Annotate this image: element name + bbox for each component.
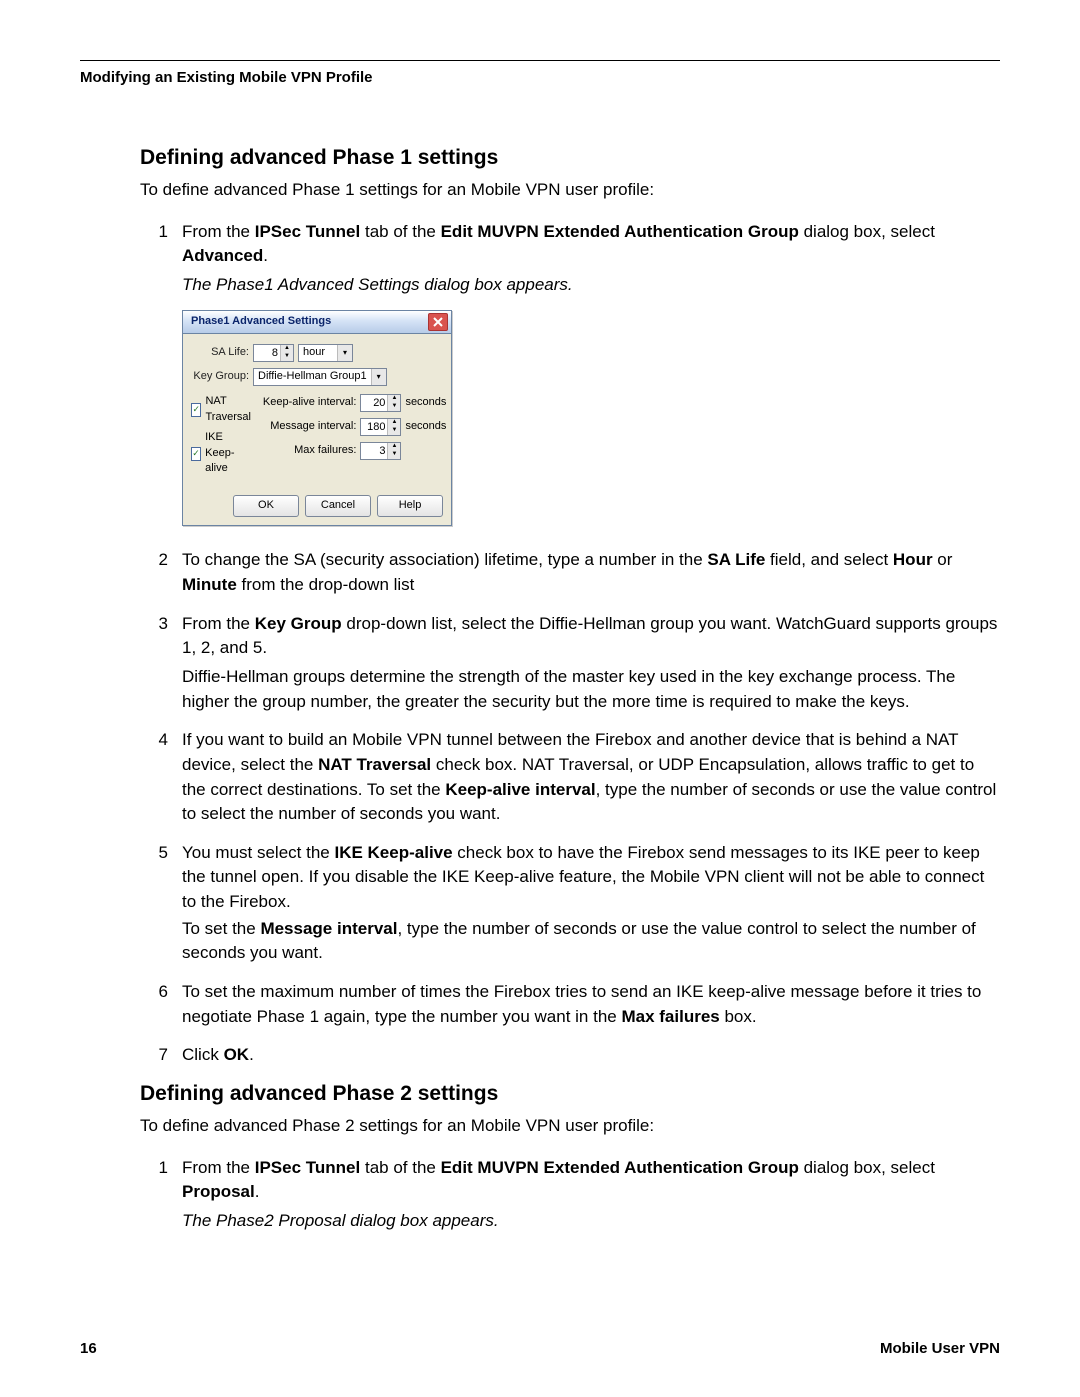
keepalive-interval-spinner[interactable]: ▲▼ — [360, 394, 401, 412]
dialog-title: Phase1 Advanced Settings — [191, 314, 331, 330]
phase2-heading: Defining advanced Phase 2 settings — [80, 1082, 1000, 1106]
page-number: 16 — [80, 1340, 97, 1357]
chevron-down-icon[interactable]: ▾ — [371, 369, 386, 385]
spin-down-icon[interactable]: ▼ — [388, 427, 400, 435]
sa-life-unit-select[interactable]: hour▾ — [298, 344, 353, 362]
ike-keepalive-checkbox[interactable]: ✓ — [191, 447, 201, 461]
step-number: 1 — [140, 1156, 182, 1234]
sa-life-input[interactable] — [254, 345, 280, 361]
step-number: 5 — [140, 841, 182, 966]
ok-button[interactable]: OK — [233, 495, 299, 517]
step-number: 2 — [140, 548, 182, 597]
max-failures-spinner[interactable]: ▲▼ — [360, 442, 401, 460]
spin-down-icon[interactable]: ▼ — [388, 403, 400, 411]
spin-down-icon[interactable]: ▼ — [388, 451, 400, 459]
spin-up-icon[interactable]: ▲ — [388, 395, 400, 403]
message-interval-input[interactable] — [361, 419, 387, 435]
keepalive-interval-label: Keep-alive interval: — [260, 395, 356, 411]
doc-title-footer: Mobile User VPN — [880, 1340, 1000, 1357]
step-7: Click OK. — [182, 1043, 1000, 1068]
spin-down-icon[interactable]: ▼ — [281, 353, 293, 361]
spin-up-icon[interactable]: ▲ — [388, 419, 400, 427]
max-failures-label: Max failures: — [260, 443, 356, 459]
step-number: 7 — [140, 1043, 182, 1068]
step-number: 6 — [140, 980, 182, 1029]
ike-keepalive-label: IKE Keep-alive — [205, 430, 254, 478]
step-1: From the IPSec Tunnel tab of the Edit MU… — [182, 220, 1000, 535]
step-number: 3 — [140, 612, 182, 715]
chevron-down-icon[interactable]: ▾ — [337, 345, 352, 361]
step-6: To set the maximum number of times the F… — [182, 980, 1000, 1029]
phase1-dialog: Phase1 Advanced Settings SA Life: ▲▼ — [182, 310, 452, 527]
key-group-label: Key Group: — [191, 369, 249, 385]
message-interval-label: Message interval: — [260, 419, 356, 435]
phase1-heading: Defining advanced Phase 1 settings — [80, 146, 1000, 170]
step-3: From the Key Group drop-down list, selec… — [182, 612, 1000, 715]
close-icon[interactable] — [428, 313, 448, 331]
key-group-select[interactable]: Diffie-Hellman Group1▾ — [253, 368, 387, 386]
max-failures-input[interactable] — [361, 443, 387, 459]
phase2-step-1: From the IPSec Tunnel tab of the Edit MU… — [182, 1156, 1000, 1234]
page-header: Modifying an Existing Mobile VPN Profile — [80, 69, 1000, 86]
phase2-intro: To define advanced Phase 2 settings for … — [80, 1114, 1000, 1138]
sa-life-spinner[interactable]: ▲▼ — [253, 344, 294, 362]
step-4: If you want to build an Mobile VPN tunne… — [182, 728, 1000, 827]
cancel-button[interactable]: Cancel — [305, 495, 371, 517]
step1-note: The Phase1 Advanced Settings dialog box … — [182, 273, 1000, 298]
spin-up-icon[interactable]: ▲ — [281, 345, 293, 353]
phase2-step1-note: The Phase2 Proposal dialog box appears. — [182, 1209, 1000, 1234]
nat-traversal-label: NAT Traversal — [205, 394, 254, 426]
step-5: You must select the IKE Keep-alive check… — [182, 841, 1000, 966]
step-number: 1 — [140, 220, 182, 535]
message-interval-spinner[interactable]: ▲▼ — [360, 418, 401, 436]
help-button[interactable]: Help — [377, 495, 443, 517]
spin-up-icon[interactable]: ▲ — [388, 443, 400, 451]
step-number: 4 — [140, 728, 182, 827]
keepalive-interval-input[interactable] — [361, 395, 387, 411]
nat-traversal-checkbox[interactable]: ✓ — [191, 403, 201, 417]
sa-life-label: SA Life: — [191, 345, 249, 361]
step-2: To change the SA (security association) … — [182, 548, 1000, 597]
phase1-intro: To define advanced Phase 1 settings for … — [80, 178, 1000, 202]
